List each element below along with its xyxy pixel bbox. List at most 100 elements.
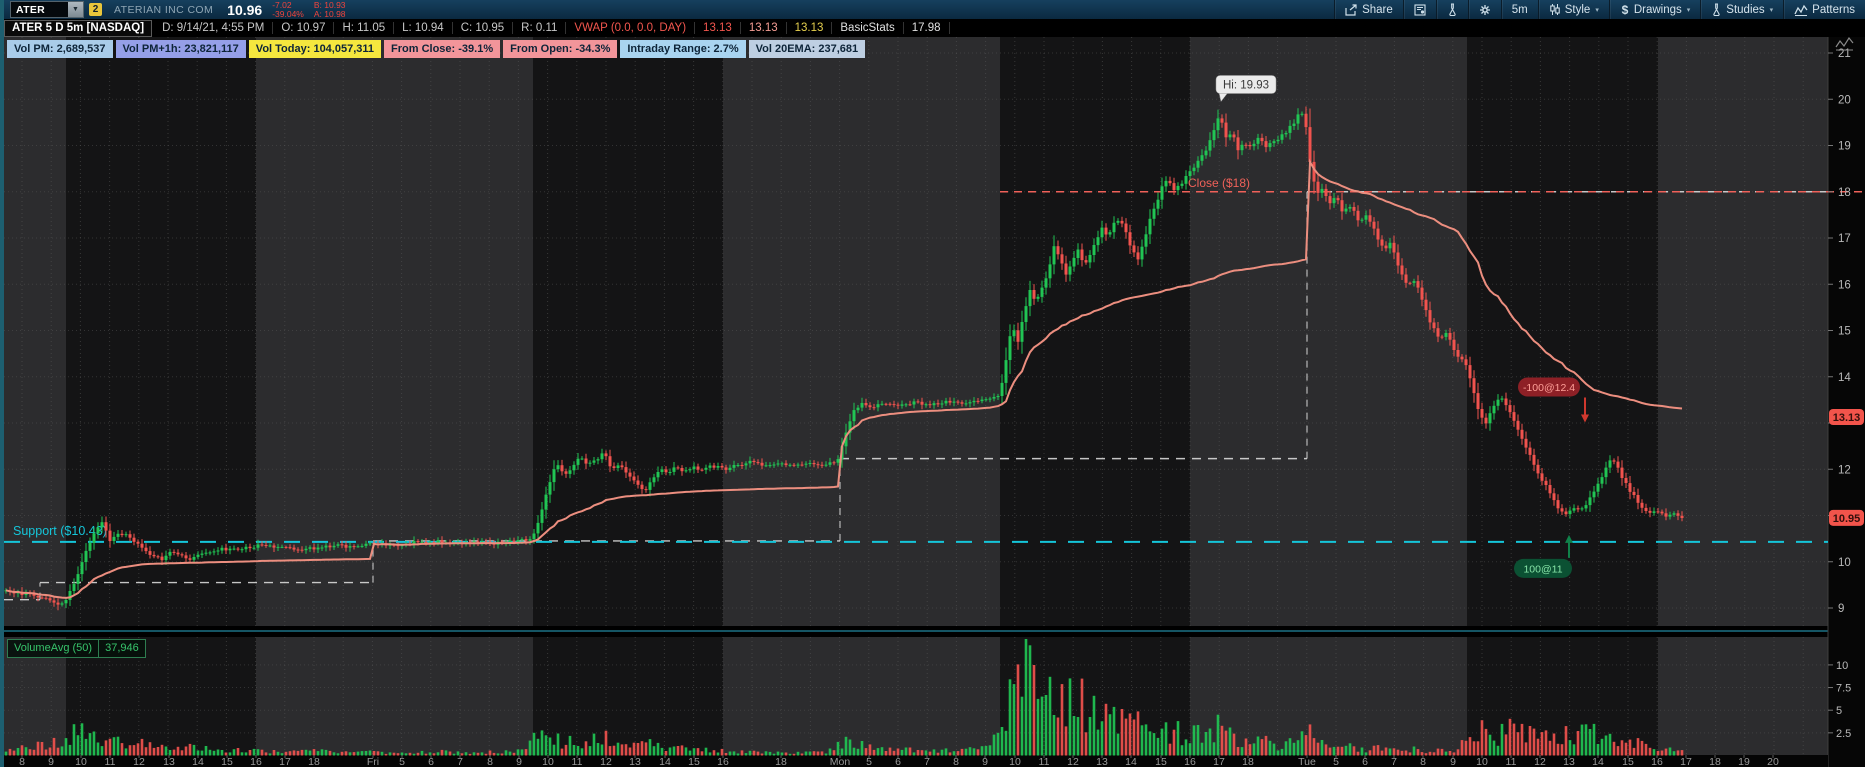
- top-toolbar: ATER ▼ 2 ATERIAN INC COM 10.96 -7.02 -39…: [0, 0, 1865, 19]
- status-chip-1: Vol PM+1h: 23,821,117: [115, 40, 246, 58]
- svg-text:Fri: Fri: [367, 756, 379, 767]
- bid-ask-stack: B: 10.93 A: 10.98: [314, 1, 346, 18]
- toolbar-button-share[interactable]: Share: [1334, 0, 1403, 19]
- symbol-dropdown-button[interactable]: ▼: [68, 2, 83, 17]
- toolbar-button-studies[interactable]: Studies ▾: [1700, 0, 1783, 19]
- svg-text:15: 15: [688, 756, 700, 767]
- header-cell-0: D: 9/14/21, 4:55 PM: [154, 22, 274, 34]
- left-edge-strip: [0, 0, 4, 767]
- svg-text:11: 11: [105, 756, 116, 767]
- svg-text:-100@12.4: -100@12.4: [1523, 382, 1575, 394]
- status-chip-2: Vol Today: 104,057,311: [248, 40, 382, 58]
- header-cell-5: R: 0.11: [513, 22, 567, 34]
- svg-text:10: 10: [542, 756, 554, 767]
- header-cell-1: O: 10.97: [273, 22, 335, 34]
- gear-icon: [1479, 4, 1491, 16]
- candles-icon: [1549, 3, 1561, 16]
- linked-charts-badge[interactable]: 2: [89, 3, 102, 16]
- toolbar-button-drawings[interactable]: $ Drawings ▾: [1608, 0, 1700, 19]
- dollar-icon: $: [1620, 3, 1630, 16]
- svg-text:13: 13: [629, 756, 641, 767]
- svg-text:5: 5: [399, 756, 405, 767]
- axis-price-bubble: 10.95: [1829, 509, 1864, 526]
- svg-text:16: 16: [250, 756, 262, 767]
- status-chips-row: Vol PM: 2,689,537 Vol PM+1h: 23,821,117 Vo…: [7, 40, 866, 58]
- chart-title[interactable]: ATER 5 D 5m [NASDAQ]: [4, 19, 153, 37]
- header-cell-8: 13.13: [741, 22, 787, 34]
- svg-text:16: 16: [1651, 756, 1663, 767]
- toolbar-button-5m[interactable]: 5m: [1500, 0, 1538, 19]
- svg-text:18: 18: [308, 756, 320, 767]
- svg-text:Hi: 19.93: Hi: 19.93: [1223, 79, 1269, 91]
- svg-text:12: 12: [600, 756, 612, 767]
- toolbar-button-gear-icon[interactable]: [1467, 0, 1501, 19]
- svg-text:13: 13: [1563, 756, 1575, 767]
- symbol-combo[interactable]: ATER ▼: [10, 1, 84, 18]
- svg-text:19: 19: [1738, 756, 1750, 767]
- svg-text:9: 9: [1838, 603, 1844, 615]
- svg-text:10.95: 10.95: [1833, 513, 1861, 525]
- svg-text:17: 17: [279, 756, 291, 767]
- header-cell-4: C: 10.95: [453, 22, 514, 34]
- svg-text:16: 16: [717, 756, 729, 767]
- svg-text:10: 10: [1009, 756, 1021, 767]
- svg-text:6: 6: [895, 756, 901, 767]
- share-icon: [1345, 3, 1358, 16]
- svg-text:20: 20: [1838, 94, 1851, 106]
- svg-text:10: 10: [1838, 557, 1851, 569]
- svg-text:Mon: Mon: [830, 756, 851, 767]
- svg-text:15: 15: [1838, 326, 1851, 338]
- toolbar-button-flask-icon[interactable]: [1435, 0, 1468, 19]
- header-cell-9: 13.13: [787, 22, 833, 34]
- chart-canvas[interactable]: Support ($10.43)Close ($18)2120191817161…: [0, 0, 1865, 767]
- svg-text:14: 14: [1838, 372, 1851, 384]
- svg-text:7: 7: [1391, 756, 1397, 767]
- svg-text:12: 12: [1838, 464, 1851, 476]
- svg-text:10: 10: [1476, 756, 1488, 767]
- chart-header: ATER 5 D 5m [NASDAQ] D: 9/14/21, 4:55 PM…: [4, 19, 1865, 37]
- svg-text:17: 17: [1213, 756, 1225, 767]
- symbol-input[interactable]: ATER: [11, 4, 68, 16]
- volume-study-name[interactable]: VolumeAvg (50): [7, 639, 100, 658]
- svg-text:5: 5: [1836, 705, 1842, 717]
- svg-text:13: 13: [163, 756, 175, 767]
- svg-text:8: 8: [1420, 756, 1426, 767]
- svg-text:9: 9: [1450, 756, 1456, 767]
- change-percent: -39.04%: [272, 8, 304, 19]
- svg-text:18: 18: [1838, 187, 1851, 199]
- header-cell-10: BasicStats: [832, 22, 904, 34]
- toolbar-button-patterns[interactable]: Patterns: [1783, 0, 1865, 19]
- toolbar-button-style[interactable]: Style ▾: [1537, 0, 1609, 19]
- svg-text:Tue: Tue: [1298, 756, 1316, 767]
- status-chip-5: Intraday Range: 2.7%: [620, 40, 746, 58]
- header-cell-2: H: 11.05: [334, 22, 395, 34]
- header-cell-11: 17.98: [904, 22, 950, 34]
- svg-text:10: 10: [75, 756, 87, 767]
- svg-text:20: 20: [1767, 756, 1779, 767]
- svg-text:8: 8: [487, 756, 493, 767]
- svg-text:5: 5: [866, 756, 872, 767]
- chevron-down-icon: ▾: [1769, 6, 1774, 14]
- volume-study-label[interactable]: VolumeAvg (50) 37,946: [7, 639, 146, 658]
- svg-text:9: 9: [48, 756, 54, 767]
- header-cell-3: L: 10.94: [394, 22, 453, 34]
- pattern-icon: [1794, 4, 1808, 16]
- svg-text:13: 13: [1096, 756, 1108, 767]
- trading-platform-window: ATER ▼ 2 ATERIAN INC COM 10.96 -7.02 -39…: [0, 0, 1865, 767]
- header-cell-6: VWAP (0.0, 0.0, DAY): [566, 22, 696, 34]
- ohlc-cells: D: 9/14/21, 4:55 PM O: 10.97 H: 11.05 L: 10…: [154, 22, 950, 34]
- svg-text:14: 14: [1592, 756, 1604, 767]
- svg-text:15: 15: [221, 756, 233, 767]
- toolbar-button-news-icon[interactable]: [1402, 0, 1436, 19]
- last-price: 10.96: [227, 1, 263, 18]
- svg-text:14: 14: [192, 756, 204, 767]
- svg-text:14: 14: [1125, 756, 1137, 767]
- svg-text:6: 6: [1362, 756, 1368, 767]
- svg-text:$: $: [1622, 3, 1629, 16]
- chevron-down-icon: ▾: [1686, 6, 1691, 14]
- svg-text:12: 12: [1534, 756, 1546, 767]
- close-line-label: Close ($18): [1188, 176, 1250, 190]
- svg-text:18: 18: [1709, 756, 1721, 767]
- svg-text:9: 9: [516, 756, 522, 767]
- svg-text:7: 7: [924, 756, 930, 767]
